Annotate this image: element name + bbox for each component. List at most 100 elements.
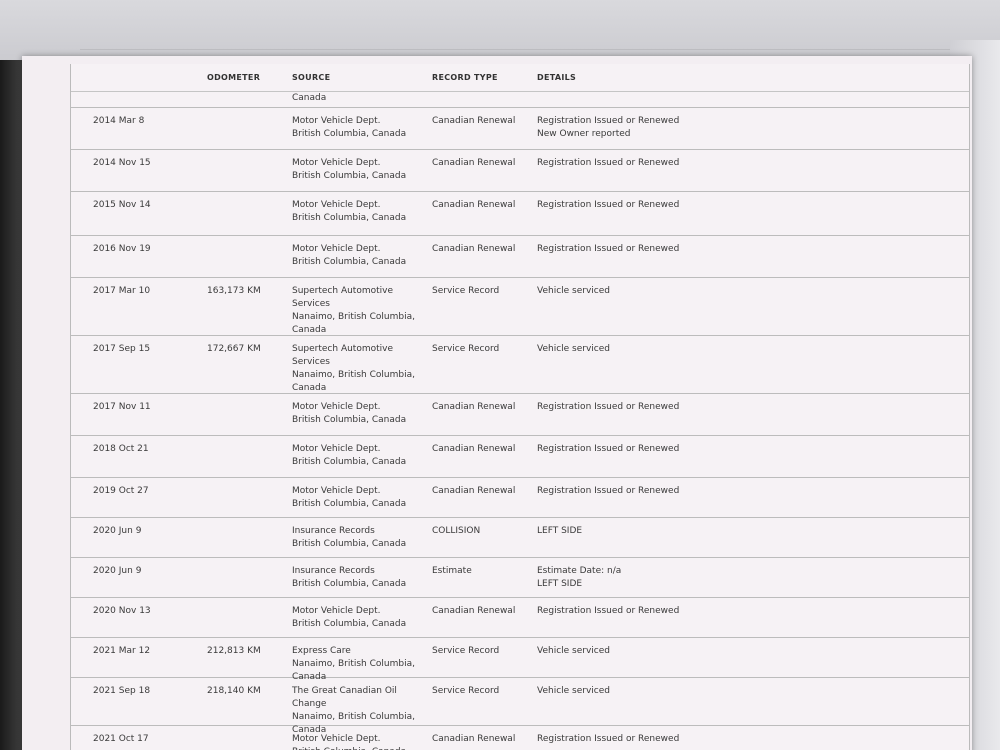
record-date: 2015 Nov 14	[93, 200, 151, 210]
record-type: COLLISION	[432, 526, 481, 536]
record-date: 2017 Nov 11	[93, 402, 151, 412]
record-date: 2017 Sep 15	[93, 344, 151, 354]
header-details: DETAILS	[537, 73, 577, 82]
table-row: 2021 Mar 12 212,813 KM Express Care Nanaim…	[71, 638, 969, 682]
table-row: 2015 Nov 14 Motor Vehicle Dept. British C…	[71, 192, 969, 236]
record-type: Canadian Renewal	[432, 606, 516, 616]
record-source: Motor Vehicle Dept. British Columbia, Ca…	[292, 734, 406, 750]
record-type: Canadian Renewal	[432, 734, 516, 744]
record-type: Service Record	[432, 286, 500, 296]
record-date: 2014 Nov 15	[93, 158, 151, 168]
record-type: Service Record	[432, 686, 500, 696]
record-source: Supertech Automotive Services Nanaimo, B…	[292, 286, 415, 335]
table-row-continued: Canada	[71, 92, 969, 108]
record-date: 2016 Nov 19	[93, 244, 151, 254]
record-odometer	[201, 243, 286, 277]
record-date: 2021 Sep 18	[93, 686, 151, 696]
record-odometer	[201, 485, 286, 517]
record-details: Registration Issued or Renewed	[537, 606, 680, 616]
record-details: Registration Issued or Renewed	[537, 486, 680, 496]
record-details: Vehicle serviced	[537, 286, 610, 296]
record-details: Registration Issued or Renewed New Owner…	[537, 116, 680, 139]
vehicle-history-table: ODOMETER SOURCE RECORD TYPE DETAILS Cana…	[70, 64, 970, 750]
record-source: Insurance Records British Columbia, Cana…	[292, 566, 407, 589]
table-row: 2017 Sep 15 172,667 KM Supertech Automotiv…	[71, 336, 969, 394]
header-record-type: RECORD TYPE	[432, 73, 498, 82]
header-source: SOURCE	[292, 73, 331, 82]
table-row: 2017 Mar 10 163,173 KM Supertech Automotiv…	[71, 278, 969, 336]
table-row: 2019 Oct 27 Motor Vehicle Dept. British C…	[71, 478, 969, 518]
record-details: Vehicle serviced	[537, 646, 610, 656]
table-row: 2018 Oct 21 Motor Vehicle Dept. British C…	[71, 436, 969, 478]
record-odometer	[201, 157, 286, 191]
record-source: Supertech Automotive Services Nanaimo, B…	[292, 344, 415, 393]
table-row: 2014 Nov 15 Motor Vehicle Dept. British C…	[71, 150, 969, 192]
record-details: Registration Issued or Renewed	[537, 158, 680, 168]
record-odometer: 212,813 KM	[207, 646, 261, 656]
record-details: Registration Issued or Renewed	[537, 444, 680, 454]
record-odometer: 218,140 KM	[207, 686, 261, 696]
record-date: 2019 Oct 27	[93, 486, 149, 496]
continued-source: Canada	[292, 93, 327, 103]
record-source: The Great Canadian Oil Change Nanaimo, B…	[292, 686, 415, 735]
record-odometer: 163,173 KM	[207, 286, 261, 296]
record-date: 2020 Jun 9	[93, 566, 142, 576]
table-row: 2020 Jun 9 Insurance Records British Colu…	[71, 518, 969, 558]
record-source: Motor Vehicle Dept. British Columbia, Ca…	[292, 116, 407, 139]
record-odometer	[201, 115, 286, 149]
table-row: 2021 Sep 18 218,140 KM The Great Canadian …	[71, 678, 969, 735]
table-row: 2016 Nov 19 Motor Vehicle Dept. British C…	[71, 236, 969, 278]
record-details: Registration Issued or Renewed	[537, 734, 680, 744]
table-row: 2014 Mar 8 Motor Vehicle Dept. British Co…	[71, 108, 969, 150]
background-page-line	[80, 10, 960, 50]
document-sheet: ODOMETER SOURCE RECORD TYPE DETAILS Cana…	[22, 56, 972, 750]
record-type: Canadian Renewal	[432, 116, 516, 126]
record-type: Canadian Renewal	[432, 158, 516, 168]
record-source: Motor Vehicle Dept. British Columbia, Ca…	[292, 606, 407, 629]
record-details: Registration Issued or Renewed	[537, 402, 680, 412]
table-row: 2020 Jun 9 Insurance Records British Colu…	[71, 558, 969, 598]
table-row: 2020 Nov 13 Motor Vehicle Dept. British C…	[71, 598, 969, 638]
table-body: 2014 Mar 8 Motor Vehicle Dept. British Co…	[71, 108, 969, 750]
table-header: ODOMETER SOURCE RECORD TYPE DETAILS	[71, 64, 969, 92]
record-source: Motor Vehicle Dept. British Columbia, Ca…	[292, 244, 407, 267]
record-source: Motor Vehicle Dept. British Columbia, Ca…	[292, 486, 407, 509]
record-details: Estimate Date: n/a LEFT SIDE	[537, 566, 622, 589]
table-row: 2017 Nov 11 Motor Vehicle Dept. British C…	[71, 394, 969, 436]
record-source: Motor Vehicle Dept. British Columbia, Ca…	[292, 200, 407, 223]
record-odometer	[201, 733, 286, 750]
record-type: Canadian Renewal	[432, 200, 516, 210]
record-odometer	[201, 605, 286, 637]
record-type: Canadian Renewal	[432, 486, 516, 496]
record-details: Vehicle serviced	[537, 686, 610, 696]
record-date: 2014 Mar 8	[93, 116, 145, 126]
record-odometer	[201, 401, 286, 435]
record-source: Motor Vehicle Dept. British Columbia, Ca…	[292, 402, 407, 425]
record-type: Estimate	[432, 566, 472, 576]
record-date: 2018 Oct 21	[93, 444, 149, 454]
record-source: Express Care Nanaimo, British Columbia, …	[292, 646, 415, 682]
record-date: 2017 Mar 10	[93, 286, 151, 296]
record-odometer	[201, 565, 286, 597]
record-type: Service Record	[432, 646, 500, 656]
record-type: Canadian Renewal	[432, 444, 516, 454]
record-odometer	[201, 199, 286, 235]
record-source: Insurance Records British Columbia, Cana…	[292, 526, 407, 549]
record-type: Canadian Renewal	[432, 244, 516, 254]
record-details: LEFT SIDE	[537, 526, 583, 536]
header-odometer: ODOMETER	[207, 73, 261, 82]
record-date: 2020 Jun 9	[93, 526, 142, 536]
record-details: Vehicle serviced	[537, 344, 610, 354]
record-date: 2021 Mar 12	[93, 646, 151, 656]
record-type: Canadian Renewal	[432, 402, 516, 412]
record-source: Motor Vehicle Dept. British Columbia, Ca…	[292, 444, 407, 467]
record-date: 2021 Oct 17	[93, 734, 149, 744]
record-odometer: 172,667 KM	[207, 344, 261, 354]
record-date: 2020 Nov 13	[93, 606, 151, 616]
record-source: Motor Vehicle Dept. British Columbia, Ca…	[292, 158, 407, 181]
record-odometer	[201, 525, 286, 557]
record-details: Registration Issued or Renewed	[537, 200, 680, 210]
record-type: Service Record	[432, 344, 500, 354]
record-details: Registration Issued or Renewed	[537, 244, 680, 254]
record-odometer	[201, 443, 286, 477]
